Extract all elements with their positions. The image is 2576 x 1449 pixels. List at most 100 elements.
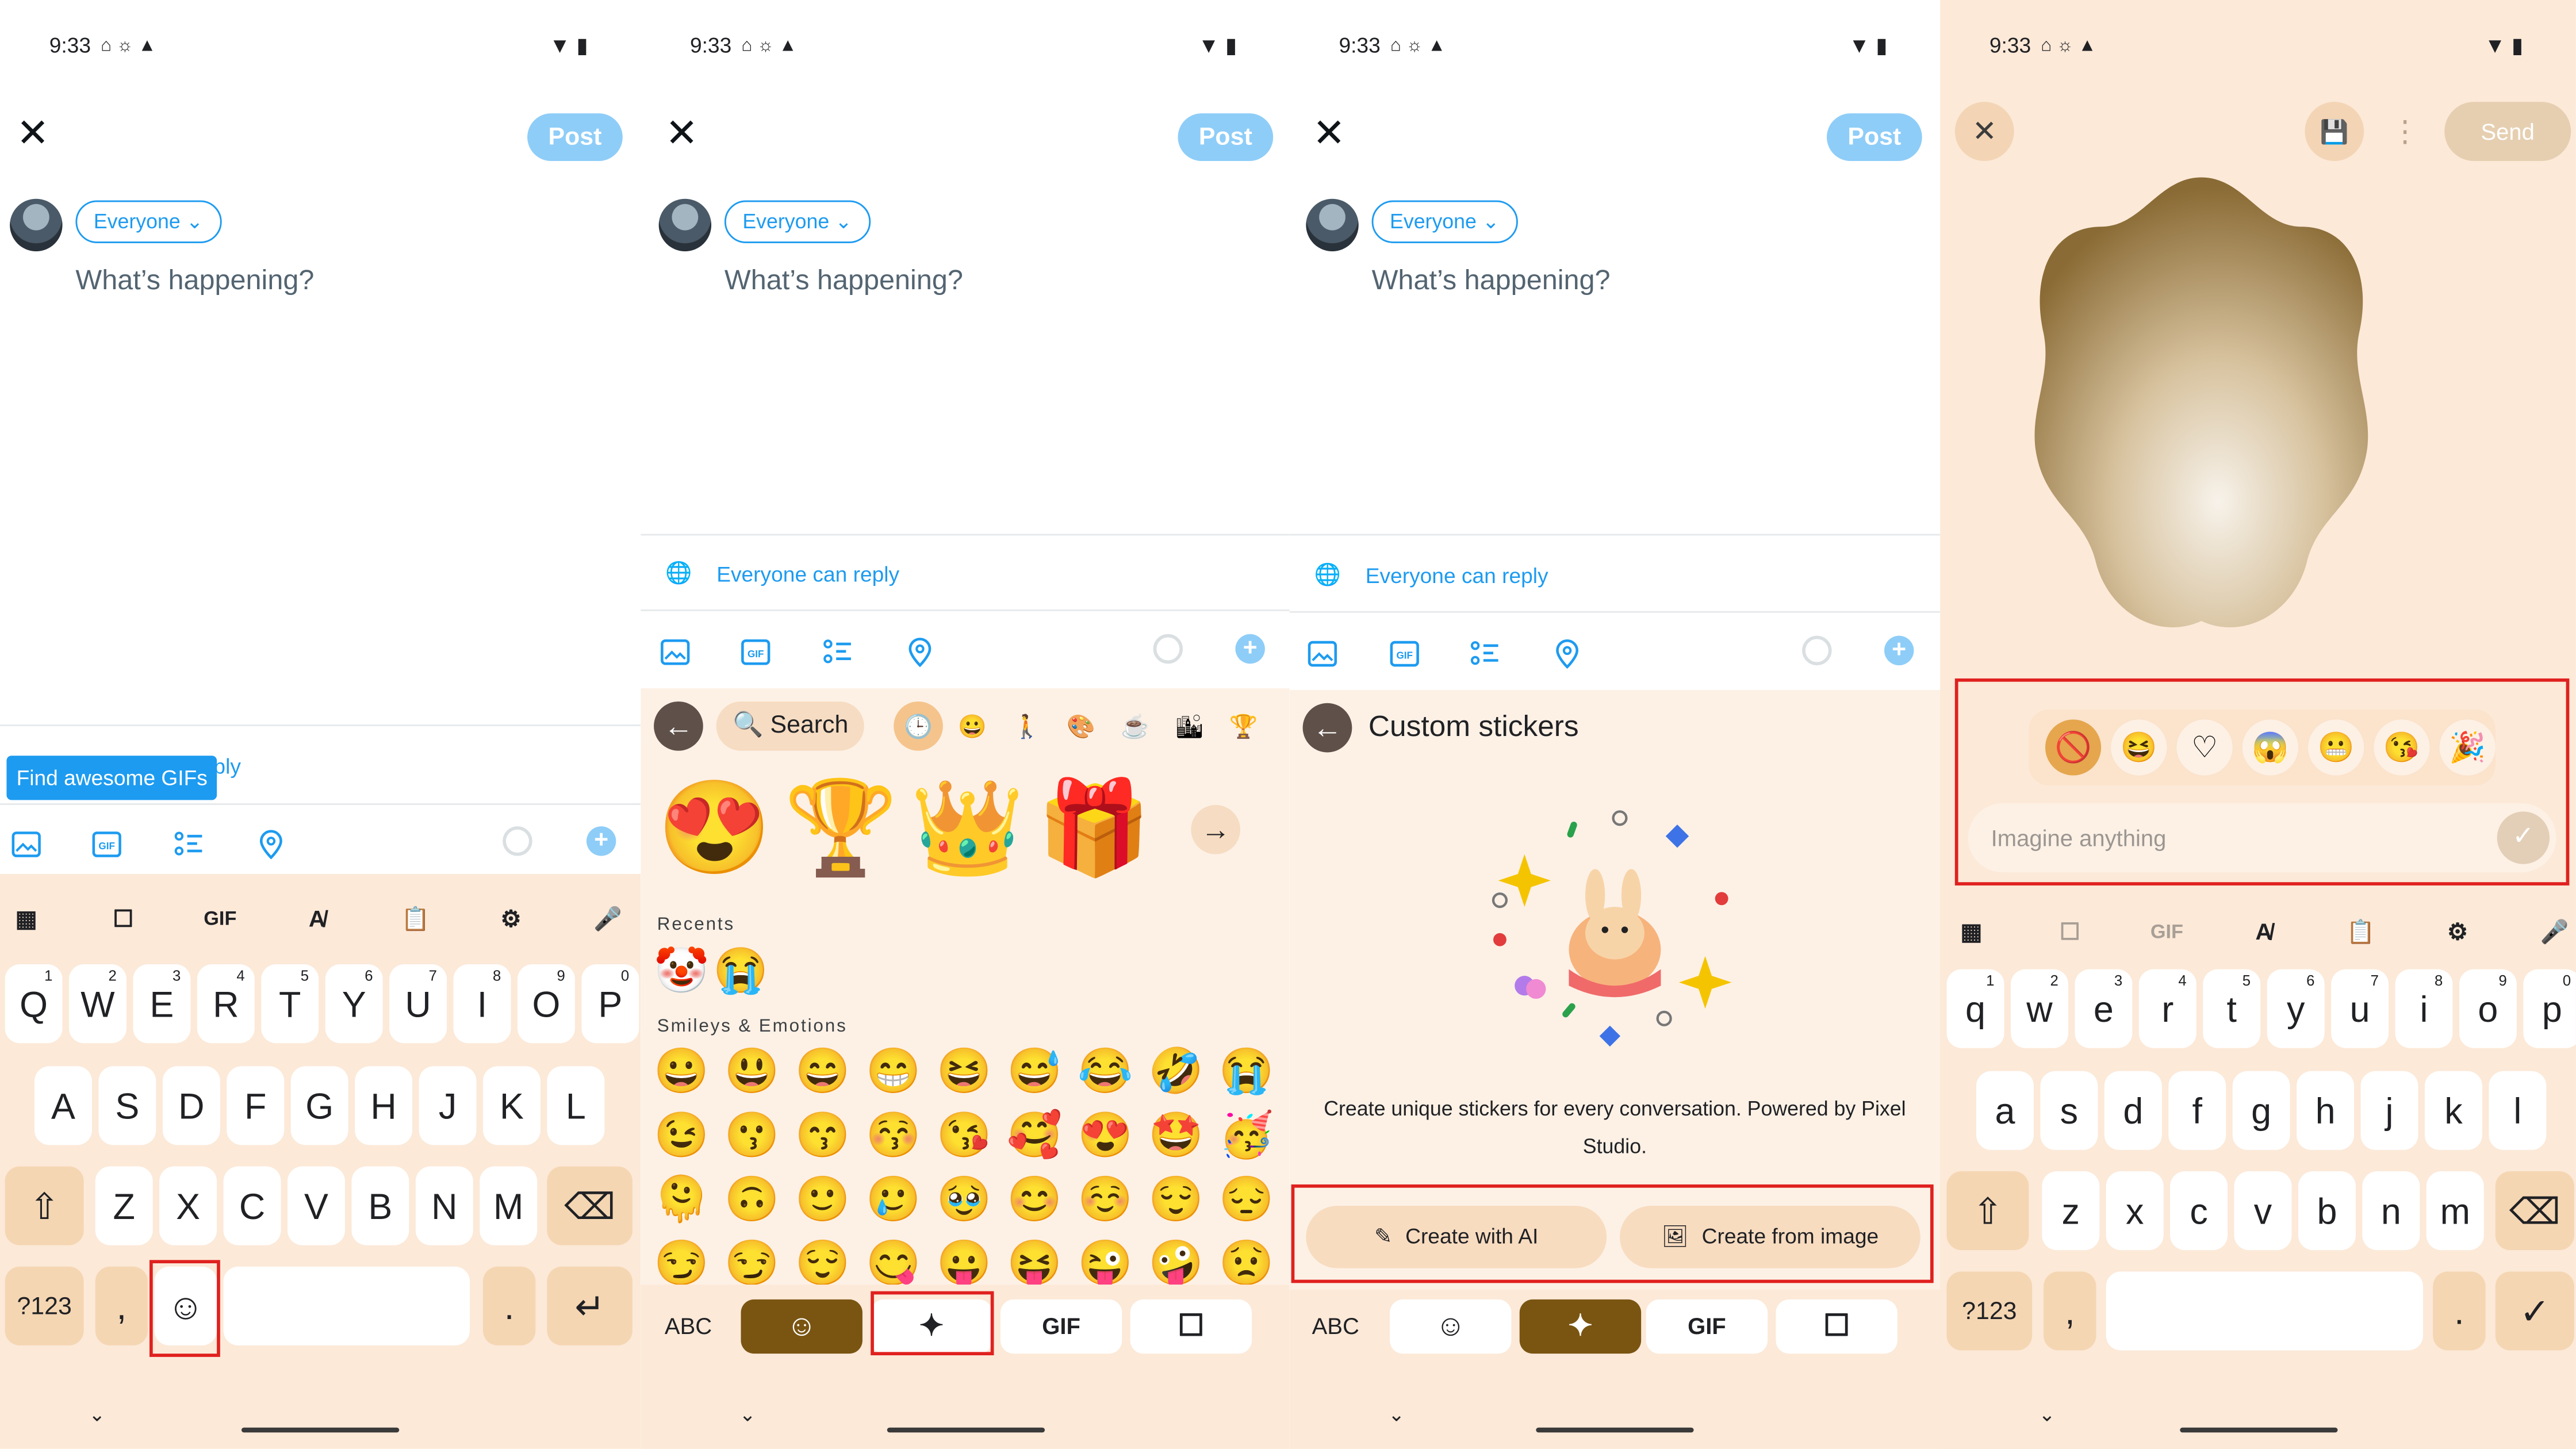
suggested-emoji[interactable]: 😍: [657, 778, 772, 877]
settings-icon[interactable]: ⚙: [493, 900, 529, 937]
add-thread-button[interactable]: +: [1884, 635, 1914, 666]
apps-icon[interactable]: ▦: [8, 900, 44, 937]
key-q[interactable]: q1: [1946, 969, 2004, 1048]
mic-icon[interactable]: 🎤: [590, 900, 626, 937]
more-options-icon[interactable]: ⋮: [2375, 102, 2435, 161]
smiley-emoji[interactable]: 😀: [654, 1046, 709, 1096]
key-y[interactable]: Y6: [325, 964, 383, 1044]
key-l[interactable]: l: [2489, 1071, 2547, 1150]
key-e[interactable]: E3: [133, 964, 191, 1044]
key-o[interactable]: O9: [517, 964, 575, 1044]
key-i[interactable]: i8: [2395, 969, 2453, 1048]
space-key[interactable]: [2106, 1271, 2424, 1351]
clipboard-icon[interactable]: 📋: [2343, 913, 2379, 949]
smiley-emoji[interactable]: 🥲: [866, 1175, 921, 1224]
smiley-emoji[interactable]: 🫠: [654, 1175, 709, 1224]
smiley-emoji[interactable]: 😚: [866, 1110, 921, 1160]
smiley-emoji[interactable]: 😅: [1007, 1046, 1062, 1096]
key-k[interactable]: K: [482, 1066, 540, 1145]
post-button[interactable]: Post: [527, 113, 623, 161]
back-button[interactable]: ←: [654, 701, 703, 751]
smiley-emoji[interactable]: 🙃: [724, 1175, 780, 1224]
smiley-emoji[interactable]: 🥰: [1007, 1110, 1062, 1160]
key-l[interactable]: L: [547, 1066, 605, 1145]
emoji-category-icon[interactable]: ☕: [1110, 702, 1160, 751]
location-icon[interactable]: [905, 638, 934, 667]
handwriting-icon[interactable]: A̸: [2246, 913, 2282, 949]
key-z[interactable]: Z: [95, 1166, 153, 1245]
nav-handle[interactable]: [2179, 1427, 2337, 1433]
submit-check-icon[interactable]: ✓: [2497, 811, 2550, 864]
gif-icon[interactable]: GIF: [741, 638, 770, 667]
key-b[interactable]: B: [351, 1166, 409, 1245]
sticker-style-chip[interactable]: 😱: [2242, 719, 2298, 776]
smiley-emoji[interactable]: 😛: [936, 1239, 991, 1285]
key-w[interactable]: w2: [2010, 969, 2068, 1048]
chevron-down-icon[interactable]: ⌄: [1388, 1403, 1405, 1426]
key-q[interactable]: Q1: [5, 964, 63, 1044]
key-j[interactable]: j: [2360, 1071, 2418, 1150]
key-m[interactable]: M: [480, 1166, 538, 1245]
smiley-emoji[interactable]: 😏: [654, 1239, 709, 1285]
compose-input[interactable]: What’s happening?: [724, 264, 963, 297]
smiley-emoji[interactable]: 😊: [1007, 1175, 1062, 1224]
smiley-emoji[interactable]: 😂: [1078, 1046, 1133, 1096]
avatar[interactable]: [658, 198, 712, 252]
key-v[interactable]: V: [287, 1166, 345, 1245]
smiley-emoji[interactable]: 😌: [795, 1239, 850, 1285]
smiley-emoji[interactable]: 🙂: [795, 1175, 850, 1224]
key-d[interactable]: D: [162, 1066, 220, 1145]
key-c[interactable]: c: [2170, 1171, 2228, 1251]
recent-emoji[interactable]: 😭: [713, 946, 768, 996]
key-x[interactable]: x: [2106, 1171, 2164, 1251]
emoji-category-icon[interactable]: 🏙: [1165, 702, 1214, 751]
nav-handle[interactable]: [1536, 1427, 1694, 1433]
smiley-emoji[interactable]: 😔: [1219, 1175, 1274, 1224]
key-w[interactable]: W2: [68, 964, 126, 1044]
smiley-emoji[interactable]: 😋: [866, 1239, 921, 1285]
poll-icon[interactable]: [174, 830, 204, 859]
key-j[interactable]: J: [419, 1066, 477, 1145]
key-f[interactable]: F: [227, 1066, 285, 1145]
smiley-emoji[interactable]: ☺️: [1078, 1175, 1133, 1224]
key-y[interactable]: y6: [2267, 969, 2325, 1048]
back-button[interactable]: ←: [1302, 703, 1352, 753]
handwriting-icon[interactable]: A̸: [299, 900, 335, 937]
smiley-emoji[interactable]: 😍: [1078, 1110, 1133, 1160]
key-b[interactable]: b: [2298, 1171, 2356, 1251]
gif-tab[interactable]: GIF: [1000, 1299, 1122, 1354]
key-h[interactable]: h: [2297, 1071, 2355, 1150]
image-icon[interactable]: [661, 638, 690, 667]
smiley-emoji[interactable]: 🤪: [1148, 1239, 1203, 1285]
done-key[interactable]: ✓: [2495, 1271, 2574, 1351]
key-g[interactable]: g: [2232, 1071, 2290, 1150]
smiley-emoji[interactable]: 😟: [1219, 1239, 1274, 1285]
key-m[interactable]: m: [2426, 1171, 2484, 1251]
smiley-emoji[interactable]: 🥹: [936, 1175, 991, 1224]
apps-icon[interactable]: ▦: [1953, 913, 1989, 949]
sticker-icon[interactable]: ☐: [105, 900, 141, 937]
send-button[interactable]: Send: [2444, 102, 2571, 161]
key-t[interactable]: T5: [261, 964, 319, 1044]
nav-handle[interactable]: [886, 1427, 1044, 1433]
avatar[interactable]: [10, 198, 63, 252]
close-icon[interactable]: ✕: [662, 114, 702, 155]
comma-key[interactable]: ,: [2044, 1271, 2096, 1351]
key-s[interactable]: S: [98, 1066, 156, 1145]
image-icon[interactable]: [1308, 639, 1337, 668]
sticker-icon[interactable]: ☐: [2052, 913, 2088, 949]
key-i[interactable]: I8: [453, 964, 511, 1044]
key-r[interactable]: R4: [197, 964, 255, 1044]
custom-sticker-tab[interactable]: ✦: [1519, 1299, 1642, 1354]
key-h[interactable]: H: [355, 1066, 413, 1145]
smiley-emoji[interactable]: 😆: [936, 1046, 991, 1096]
nav-handle[interactable]: [241, 1427, 400, 1433]
gif-tab[interactable]: GIF: [1646, 1299, 1768, 1354]
reply-setting[interactable]: 🌐 Everyone can reply: [1314, 562, 1548, 588]
emoji-category-icon[interactable]: 🚶: [1002, 702, 1052, 751]
close-icon[interactable]: ✕: [1309, 114, 1349, 155]
next-button[interactable]: →: [1191, 804, 1241, 854]
key-u[interactable]: u7: [2331, 969, 2389, 1048]
smiley-emoji[interactable]: 😄: [795, 1046, 850, 1096]
key-c[interactable]: C: [223, 1166, 281, 1245]
